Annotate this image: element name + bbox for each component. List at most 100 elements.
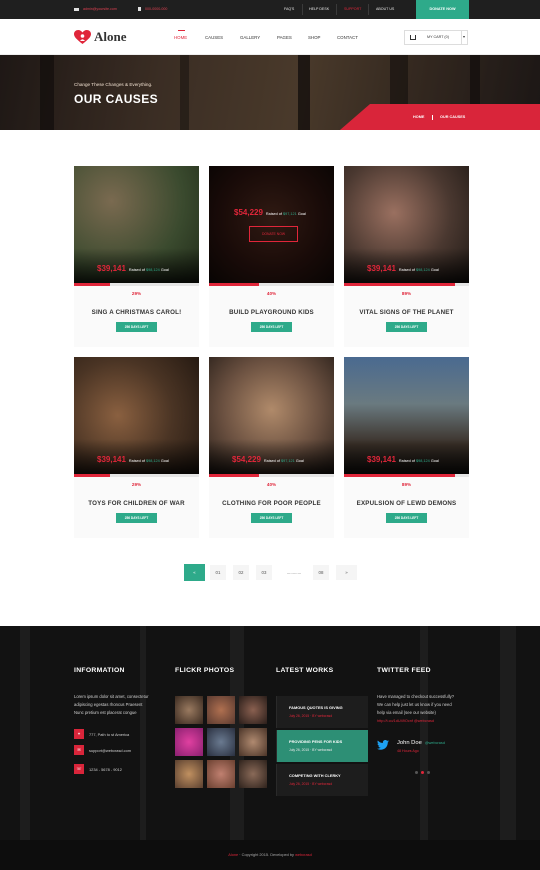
cause-image[interactable]: $54,229 Raised of $97,121 Goal DONATE NOW [209, 166, 334, 283]
pagination-prev[interactable]: « [184, 564, 205, 581]
pagination-page[interactable]: 08 [313, 565, 329, 580]
cause-image[interactable]: $39,141 Raised of $98,124 Goal [74, 357, 199, 474]
twitter-bird-icon[interactable] [377, 740, 389, 750]
raised-info: $54,229 Raised of $97,121 Goal [232, 455, 304, 464]
goal-label: Goal [430, 268, 439, 272]
pagination-ellipsis: ............ [286, 570, 302, 575]
days-left-badge[interactable]: 256 DAYS LEFT [251, 322, 292, 332]
top-link-about[interactable]: ABOUT US [376, 0, 394, 19]
pagination-page[interactable]: 03 [256, 565, 272, 580]
cause-title[interactable]: EXPULSION OF LEWD DEMONS [344, 500, 469, 507]
goal-label: Goal [297, 212, 306, 216]
raised-label: Raised of [265, 212, 282, 216]
copyright-developer[interactable]: webcrasd [295, 852, 312, 857]
raised-amount: $39,141 [367, 264, 396, 273]
days-left-badge[interactable]: 256 DAYS LEFT [116, 513, 157, 523]
raised-info: $54,229 Raised of $97,121 Goal [234, 208, 306, 217]
progress-percent: 89% [401, 482, 412, 487]
cart-divider [461, 31, 462, 44]
flickr-photo[interactable] [175, 760, 203, 788]
phone-icon: ☏ [74, 764, 84, 774]
pagination-next[interactable]: » [336, 565, 357, 580]
phone-icon [138, 7, 141, 12]
footer-email[interactable]: support@webcrasd.com [89, 748, 131, 753]
goal-amount: $97,121 [283, 212, 297, 216]
top-email-text: admin@yoursite.com [83, 7, 117, 11]
tweet-author[interactable]: John Doe @webcrasd [397, 740, 445, 746]
carousel-dot[interactable] [427, 771, 430, 774]
cause-card: $39,141 Raised of $98,124 Goal 29% SING A… [74, 166, 199, 347]
nav-pages[interactable]: PAGES [277, 35, 292, 40]
donate-now-overlay-button[interactable]: DONATE NOW [249, 226, 298, 242]
cause-title[interactable]: SING A CHRISTMAS CAROL! [74, 309, 199, 316]
logo-text[interactable]: Alone [94, 29, 127, 45]
flickr-photo[interactable] [239, 728, 267, 756]
flickr-photo[interactable] [239, 696, 267, 724]
tweet-author-name: John Doe [397, 740, 422, 746]
tweet-link[interactable]: http://t.co/1dU49Ocnf @webcrasd [377, 719, 434, 723]
raised-info: $39,141 Raised of $98,124 Goal [97, 455, 169, 464]
goal-amount: $98,124 [146, 459, 160, 463]
work-meta: July 26, 2015 · BY webcrasd [289, 782, 333, 786]
days-left-badge[interactable]: 256 DAYS LEFT [386, 322, 427, 332]
latest-work-item[interactable]: COMPETING WITH CLERKY July 26, 2015 · BY… [276, 764, 368, 796]
top-link-faq[interactable]: FAQ'S [284, 0, 294, 19]
cause-card: $39,141 Raised of $98,124 Goal 89% EXPULS… [344, 357, 469, 538]
cause-title[interactable]: BUILD PLAYGROUND KIDS [209, 309, 334, 316]
cause-image[interactable]: $39,141 Raised of $98,124 Goal [344, 357, 469, 474]
top-phone-text: 000-0000-000 [145, 7, 168, 11]
raised-amount: $54,229 [234, 208, 263, 217]
top-email[interactable]: admin@yoursite.com [74, 0, 117, 19]
latest-work-item[interactable]: PROVIDING PENS FOR KIDS July 26, 2015 · … [276, 730, 368, 762]
flickr-photo[interactable] [239, 760, 267, 788]
copyright-brand[interactable]: Alone [228, 852, 238, 857]
chevron-down-icon[interactable]: ▾ [463, 34, 465, 39]
nav-home[interactable]: HOME [174, 35, 187, 40]
nav-gallery[interactable]: GALLERY [240, 35, 260, 40]
heart-logo-icon[interactable] [74, 30, 91, 45]
tweet-line: Have managed to checkout successfully? [377, 694, 455, 699]
progress-fill [209, 474, 259, 477]
work-title: PROVIDING PENS FOR KIDS [289, 739, 343, 744]
carousel-dot-active[interactable] [421, 771, 424, 774]
flickr-photo[interactable] [207, 728, 235, 756]
cause-image[interactable]: $54,229 Raised of $97,121 Goal [209, 357, 334, 474]
top-link-support[interactable]: SUPPORT [344, 0, 361, 19]
footer-tree [20, 626, 30, 840]
cause-image[interactable]: $39,141 Raised of $98,124 Goal [344, 166, 469, 283]
cause-title[interactable]: VITAL SIGNS OF THE PLANET [344, 309, 469, 316]
cause-card: $54,229 Raised of $97,121 Goal 40% CLOTHI… [209, 357, 334, 538]
flickr-photo[interactable] [207, 696, 235, 724]
cart-button[interactable]: MY CART (0) ▾ [404, 30, 468, 45]
days-left-badge[interactable]: 256 DAYS LEFT [386, 513, 427, 523]
top-link-helpdesk[interactable]: HELP DESK [309, 0, 329, 19]
donate-now-button[interactable]: DONATE NOW [416, 0, 469, 19]
cause-title[interactable]: CLOTHING FOR POOR PEOPLE [209, 500, 334, 507]
tweet-line: We can help just let us know if you need [377, 701, 452, 707]
raised-info: $39,141 Raised of $98,124 Goal [367, 264, 439, 273]
progress-fill [74, 283, 111, 286]
cause-card: $54,229 Raised of $97,121 Goal DONATE NOW… [209, 166, 334, 347]
nav-shop[interactable]: SHOP [308, 35, 320, 40]
footer-tree [420, 626, 428, 840]
days-left-badge[interactable]: 256 DAYS LEFT [116, 322, 157, 332]
latest-work-item[interactable]: FAMOUS QUOTES IS GIVING July 26, 2015 · … [276, 696, 368, 728]
cause-title[interactable]: TOYS FOR CHILDREN OF WAR [74, 500, 199, 507]
progress-bar [209, 283, 334, 286]
raised-label: Raised of [398, 459, 415, 463]
pagination-page[interactable]: 02 [233, 565, 249, 580]
carousel-dot[interactable] [415, 771, 418, 774]
top-phone[interactable]: 000-0000-000 [138, 0, 167, 19]
nav-causes[interactable]: CAUSES [205, 35, 223, 40]
days-left-badge[interactable]: 256 DAYS LEFT [251, 513, 292, 523]
flickr-photo[interactable] [175, 696, 203, 724]
flickr-photo[interactable] [175, 728, 203, 756]
flickr-photo[interactable] [207, 760, 235, 788]
breadcrumb-home[interactable]: HOME [413, 115, 424, 119]
pagination-page[interactable]: 01 [210, 565, 226, 580]
progress-bar [344, 474, 469, 477]
location-icon: ⌖ [74, 729, 84, 739]
nav-contact[interactable]: CONTACT [337, 35, 358, 40]
cause-image[interactable]: $39,141 Raised of $98,124 Goal [74, 166, 199, 283]
top-divider [336, 4, 337, 15]
